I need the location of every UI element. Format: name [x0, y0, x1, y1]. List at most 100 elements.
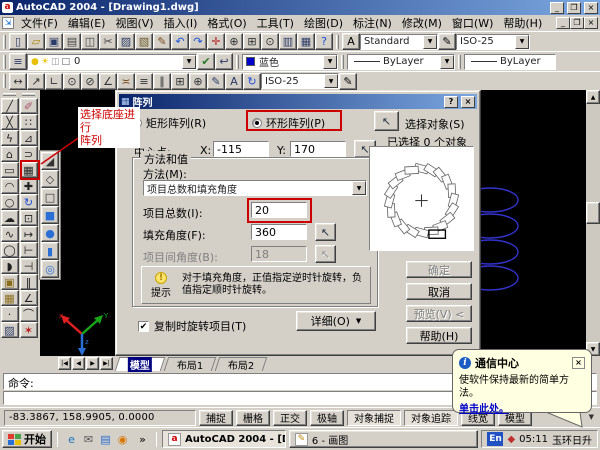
- revcloud-icon[interactable]: ☁: [1, 210, 19, 226]
- select-objects-button[interactable]: ↖: [374, 111, 399, 131]
- explode-icon[interactable]: ✶: [20, 322, 38, 338]
- chevron-down-icon[interactable]: ▼: [423, 35, 437, 49]
- mdi-close-icon[interactable]: ×: [584, 17, 598, 29]
- menu-file[interactable]: 文件(F): [16, 15, 63, 31]
- pan-icon[interactable]: ✛: [207, 33, 225, 50]
- chevron-down-icon[interactable]: ▼: [324, 74, 338, 88]
- rotate-icon[interactable]: ↻: [20, 194, 38, 210]
- make-block-icon[interactable]: ▦: [1, 290, 19, 306]
- close-icon[interactable]: ×: [584, 2, 598, 14]
- ordinate-dim-icon[interactable]: ∟: [45, 73, 63, 90]
- mirror-icon[interactable]: ⊿: [20, 130, 38, 146]
- center-x-input[interactable]: [213, 141, 269, 157]
- minimize-icon[interactable]: _: [550, 2, 564, 14]
- scale-icon[interactable]: ⊡: [20, 210, 38, 226]
- polar-array-radio[interactable]: 环形阵列(P): [252, 115, 325, 131]
- cut-icon[interactable]: ✂: [99, 33, 117, 50]
- paste-icon[interactable]: ▧: [135, 33, 153, 50]
- help-icon[interactable]: ?: [315, 33, 333, 50]
- menu-help[interactable]: 帮助(H): [498, 15, 547, 31]
- center-mark-icon[interactable]: ⊕: [189, 73, 207, 90]
- balloon-close-icon[interactable]: ×: [572, 357, 585, 369]
- toolbar-grip[interactable]: [3, 35, 6, 49]
- tab-nav-first[interactable]: |◀: [58, 357, 71, 370]
- undo-icon[interactable]: ↶: [171, 33, 189, 50]
- spline-icon[interactable]: ∿: [1, 226, 19, 242]
- dim-style-icon[interactable]: ✎: [438, 33, 456, 50]
- linetype-combo[interactable]: ByLayer ▼: [347, 54, 455, 70]
- more-button[interactable]: 详细(O) ▼: [296, 311, 376, 331]
- match-properties-icon[interactable]: ✎: [153, 33, 171, 50]
- dim-style-combo[interactable]: ISO-25▼: [456, 34, 530, 50]
- menu-modify[interactable]: 修改(M): [397, 15, 447, 31]
- menu-insert[interactable]: 插入(I): [159, 15, 203, 31]
- array-icon[interactable]: ▦: [20, 162, 38, 178]
- dialog-title-bar[interactable]: ▦ 阵列 ? ×: [119, 94, 477, 109]
- menu-edit[interactable]: 编辑(E): [63, 15, 111, 31]
- dim-text-edit-icon[interactable]: A: [225, 73, 243, 90]
- layer-manager-icon[interactable]: ≡: [9, 53, 27, 70]
- solid-cylinder-icon[interactable]: ▮: [41, 242, 59, 260]
- radius-dim-icon[interactable]: ⊙: [63, 73, 81, 90]
- toggle-osnap[interactable]: 对象捕捉: [347, 410, 401, 426]
- mdi-restore-icon[interactable]: ❐: [570, 17, 584, 29]
- 2d-solid-icon[interactable]: ◢: [41, 152, 59, 170]
- tab-nav-next[interactable]: ▶: [86, 357, 99, 370]
- toolbar-grip[interactable]: [341, 55, 344, 69]
- coordinates-display[interactable]: -83.3867, 158.9905, 0.0000: [4, 410, 196, 426]
- total-items-input[interactable]: [251, 202, 307, 218]
- clock[interactable]: 05:11: [519, 434, 548, 445]
- offset-icon[interactable]: ⊃: [20, 146, 38, 162]
- stretch-icon[interactable]: ↦: [20, 226, 38, 242]
- solid-torus-icon[interactable]: ◎: [41, 260, 59, 278]
- layer-combo[interactable]: ●☀◫□ 0 ▼: [27, 54, 197, 70]
- start-button[interactable]: 开始: [2, 430, 52, 448]
- color-combo[interactable]: 蓝色 ▼: [242, 54, 338, 70]
- ellipse-icon[interactable]: ◯: [1, 242, 19, 258]
- chevron-down-icon[interactable]: ▼: [323, 55, 337, 69]
- insert-block-icon[interactable]: ▣: [1, 274, 19, 290]
- layer-previous-icon[interactable]: ↩: [215, 53, 233, 70]
- make-current-icon[interactable]: ✔: [197, 53, 215, 70]
- toggle-grid[interactable]: 栅格: [236, 410, 270, 426]
- toggle-ortho[interactable]: 正交: [273, 410, 307, 426]
- text-style-manager-icon[interactable]: A: [342, 33, 360, 50]
- tray-misc-icon[interactable]: ◆: [507, 434, 515, 445]
- copy-object-icon[interactable]: ∷: [20, 114, 38, 130]
- polyline-icon[interactable]: ϟ: [1, 130, 19, 146]
- continue-dim-icon[interactable]: ∥: [153, 73, 171, 90]
- tab-model[interactable]: 模型: [115, 357, 166, 371]
- menu-window[interactable]: 窗口(W): [447, 15, 498, 31]
- toolbar-grip[interactable]: [3, 55, 6, 69]
- menu-draw[interactable]: 绘图(D): [299, 15, 348, 31]
- toolbar-grip[interactable]: [458, 55, 461, 69]
- task-paint[interactable]: ✎ 6 - 画图: [289, 430, 479, 448]
- plot-preview-icon[interactable]: ◫: [81, 33, 99, 50]
- dim-style-edit-icon[interactable]: ✎: [339, 73, 357, 90]
- fill-angle-input[interactable]: [251, 224, 307, 240]
- desktop-icon[interactable]: ▤: [97, 431, 114, 447]
- diameter-dim-icon[interactable]: ⊘: [81, 73, 99, 90]
- new-icon[interactable]: ▯: [9, 33, 27, 50]
- ie-icon[interactable]: e: [63, 431, 80, 447]
- redo-icon[interactable]: ↷: [189, 33, 207, 50]
- dim-current-style-combo[interactable]: ISO-25▼: [261, 73, 339, 89]
- chevron-down-icon[interactable]: ▼: [182, 55, 196, 69]
- toolbar-grip[interactable]: [22, 93, 35, 96]
- extend-icon[interactable]: ⊣: [20, 258, 38, 274]
- hatch-icon[interactable]: ▨: [1, 322, 19, 338]
- chamfer-icon[interactable]: ∠: [20, 290, 38, 306]
- circle-icon[interactable]: ○: [1, 194, 19, 210]
- restore-icon[interactable]: ❐: [567, 2, 581, 14]
- surface-box-icon[interactable]: □: [41, 188, 59, 206]
- open-icon[interactable]: ▱: [27, 33, 45, 50]
- chevron-down-icon[interactable]: ▼: [440, 55, 454, 69]
- text-style-combo[interactable]: Standard▼: [360, 34, 438, 50]
- tab-layout1[interactable]: 布局1: [164, 357, 217, 371]
- cancel-button[interactable]: 取消: [406, 283, 472, 300]
- dialog-close-icon[interactable]: ×: [461, 96, 475, 108]
- scrollbar-thumb[interactable]: [586, 202, 600, 224]
- status-tray-expand-icon[interactable]: ▼: [589, 413, 594, 421]
- toolbar-grip[interactable]: [336, 35, 339, 49]
- quicklaunch-overflow-icon[interactable]: »: [134, 431, 151, 447]
